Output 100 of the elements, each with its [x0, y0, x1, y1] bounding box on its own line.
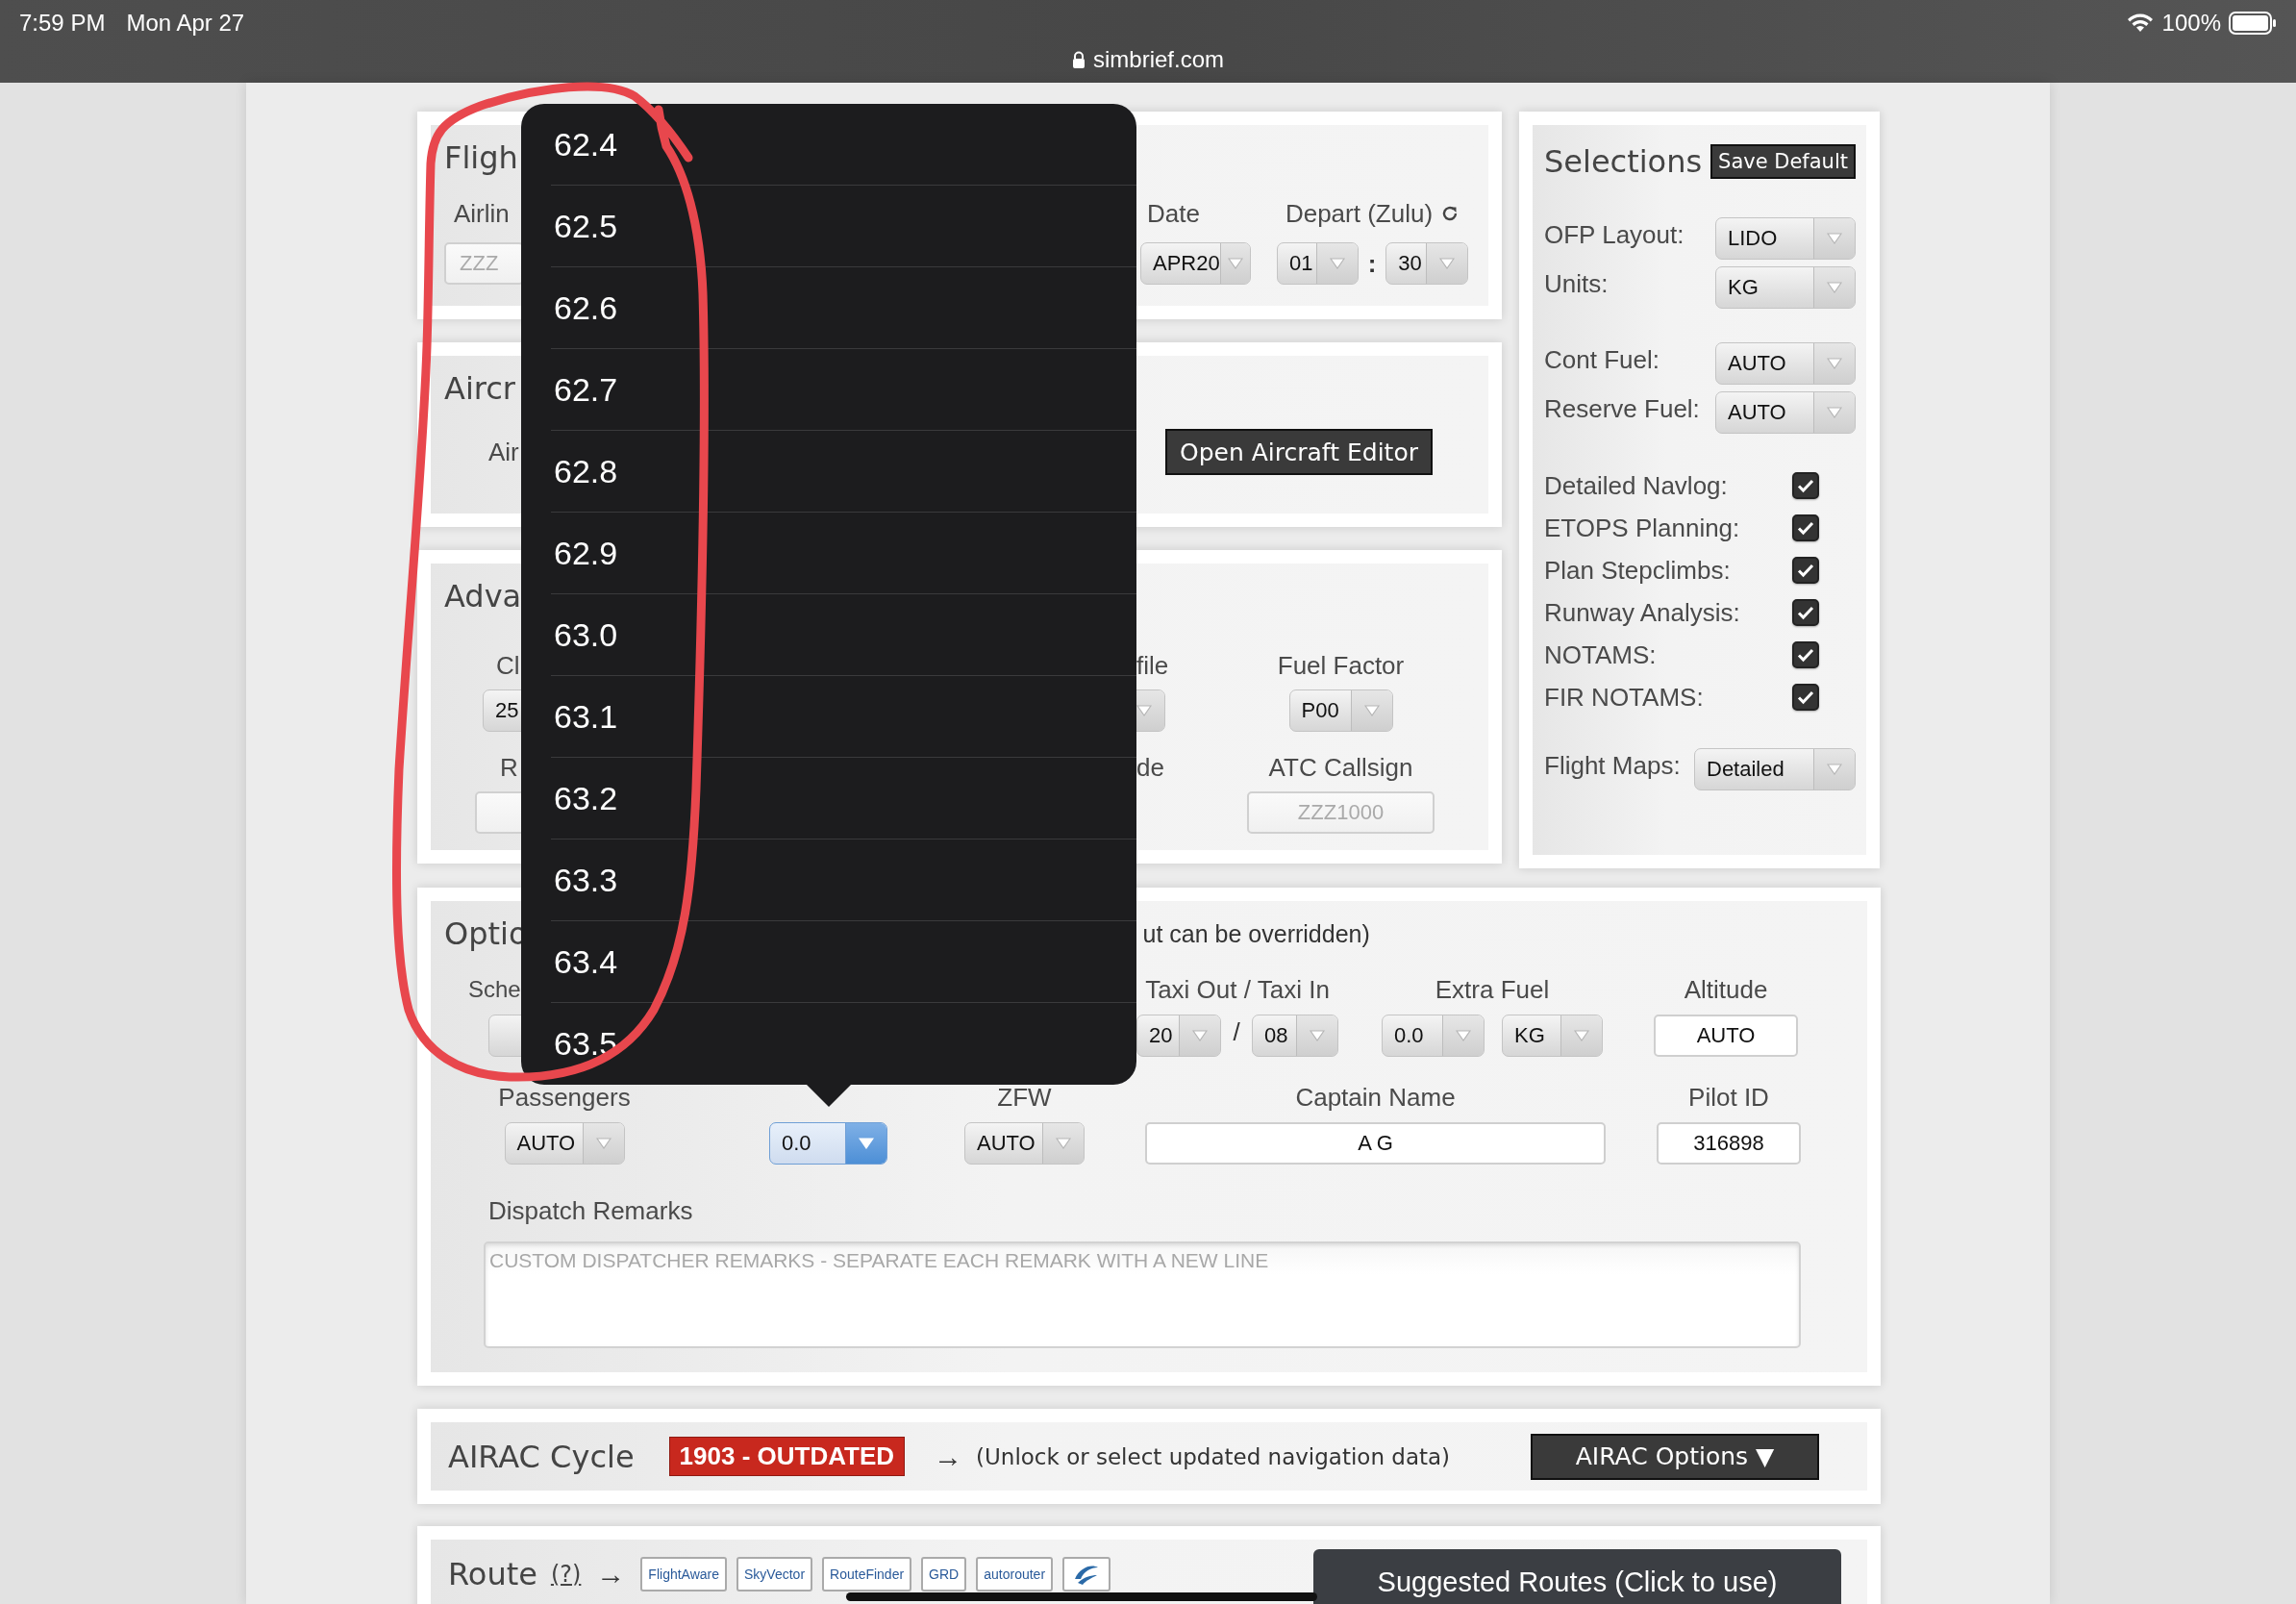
route-tool-link[interactable]: GRD — [921, 1557, 967, 1591]
picker-option[interactable]: 62.9 — [551, 513, 1136, 594]
checkbox[interactable] — [1792, 684, 1819, 711]
dropdown[interactable]: KG — [1502, 1015, 1603, 1057]
checkmark-icon — [1797, 563, 1814, 578]
field-label: Reserve Fuel: — [1544, 393, 1700, 425]
field-label: Airlin — [453, 198, 511, 230]
remarks-field[interactable]: CUSTOM DISPATCHER REMARKS - SEPARATE EACH REMARK WITH A NEW LINE — [484, 1241, 1801, 1348]
picker-option[interactable]: 63.3 — [551, 840, 1136, 921]
caret-icon — [595, 1138, 611, 1149]
field-label: Extra Fuel — [1434, 974, 1551, 1006]
dropdown[interactable]: APR20 — [1140, 242, 1251, 285]
dropdown[interactable]: 0.0 — [1382, 1015, 1485, 1057]
dropdown[interactable]: P00 — [1288, 689, 1393, 732]
dropdown[interactable]: 08 — [1252, 1015, 1338, 1057]
picker-option[interactable]: 62.7 — [551, 349, 1136, 431]
checkbox[interactable] — [1792, 599, 1819, 626]
suggested-routes-button[interactable]: Suggested Routes (Click to use) — [1313, 1549, 1841, 1604]
caret-icon — [1456, 1030, 1471, 1041]
field-label: Captain Name — [1294, 1082, 1457, 1114]
panel-title: Fligh — [444, 138, 518, 178]
field-label: Pilot ID — [1687, 1082, 1770, 1114]
dropdown[interactable]: LIDO — [1715, 217, 1856, 260]
save-default-button[interactable]: Save Default — [1710, 144, 1856, 179]
field-label: Fuel Factor — [1277, 650, 1405, 682]
field-label: file — [1136, 650, 1170, 682]
field-label: Units: — [1544, 268, 1609, 300]
picker-option[interactable]: 63.2 — [551, 758, 1136, 840]
dropdown[interactable]: AUTO — [964, 1122, 1085, 1165]
caret-icon — [1227, 258, 1243, 269]
callsign-field[interactable]: ZZZ1000 — [1247, 791, 1435, 834]
route-tool-link[interactable] — [1062, 1557, 1111, 1591]
checkmark-icon — [1797, 520, 1814, 536]
dropdown[interactable]: 20 — [1136, 1015, 1221, 1057]
field-label: FIR NOTAMS: — [1544, 682, 1704, 714]
arrow-text: → — [934, 1440, 962, 1473]
route-tool-link[interactable]: autorouter — [976, 1557, 1054, 1591]
caret-icon — [1136, 705, 1152, 716]
wifi-icon — [2125, 13, 2155, 34]
route-tool-link[interactable]: FlightAware — [640, 1557, 728, 1591]
pilot-id-field[interactable]: 316898 — [1657, 1122, 1801, 1165]
altitude-field[interactable]: AUTO — [1654, 1015, 1798, 1057]
checkmark-icon — [1797, 689, 1814, 705]
checkbox[interactable] — [1792, 514, 1819, 541]
editor-button[interactable]: Open Aircraft Editor — [1165, 429, 1433, 475]
battery-icon — [2229, 12, 2277, 35]
panel-note: ut can be overridden) — [1142, 919, 1370, 948]
dropdown[interactable]: 30 — [1385, 242, 1468, 285]
caret-icon — [1827, 282, 1842, 293]
field-label: Date — [1146, 198, 1201, 230]
help-link[interactable]: (?) — [550, 1561, 582, 1588]
lock-icon — [1072, 51, 1086, 68]
arrow-text: → — [596, 1558, 626, 1591]
panel-title: Aircr — [444, 369, 515, 409]
page-url: simbrief.com — [1093, 46, 1224, 73]
dropdown[interactable]: KG — [1715, 266, 1856, 309]
dropdown[interactable]: Detailed — [1694, 748, 1856, 790]
checkbox[interactable] — [1792, 641, 1819, 668]
field-label: NOTAMS: — [1544, 639, 1657, 671]
picker-option[interactable]: 62.6 — [551, 267, 1136, 349]
airline-field[interactable]: ZZZ — [444, 242, 524, 285]
field-label: Air — [488, 437, 519, 468]
dropdown[interactable]: AUTO — [504, 1122, 625, 1165]
airac-options-button[interactable]: AIRAC Options ▼ — [1531, 1433, 1819, 1480]
dropdown[interactable]: AUTO — [1715, 391, 1856, 434]
picker-option[interactable]: 62.4 — [551, 104, 1136, 186]
field-label: Plan Stepclimbs: — [1544, 555, 1731, 587]
field-label: Cont Fuel: — [1544, 344, 1660, 376]
caret-icon — [1827, 233, 1842, 244]
picker-option[interactable]: 62.8 — [551, 431, 1136, 513]
panel-title: AIRAC Cycle — [448, 1437, 635, 1477]
dropdown[interactable]: AUTO — [1715, 342, 1856, 385]
picker-option[interactable]: 63.4 — [551, 921, 1136, 1003]
field-label: Passengers — [498, 1082, 631, 1114]
caret-icon — [1363, 705, 1380, 716]
field-label: Altitude — [1683, 974, 1769, 1006]
dropdown[interactable]: 0.0 — [769, 1122, 887, 1165]
clock-time: 7:59 PM — [19, 10, 106, 37]
caret-icon — [1310, 1030, 1325, 1041]
field-label: Depart (Zulu) — [1285, 198, 1434, 230]
dropdown[interactable]: 01 — [1277, 242, 1359, 285]
caret-icon — [1329, 258, 1345, 269]
field-label: Flight Maps: — [1544, 750, 1681, 782]
field-label: OFP Layout: — [1544, 219, 1685, 251]
field-label: Cl — [495, 650, 521, 682]
picker-option[interactable]: 63.1 — [551, 676, 1136, 758]
field-label: ETOPS Planning: — [1544, 513, 1740, 544]
field-label: Runway Analysis: — [1544, 597, 1740, 629]
route-tool-link[interactable]: SkyVector — [736, 1557, 813, 1591]
picker-option[interactable]: 63.0 — [551, 594, 1136, 676]
field-label: Taxi Out / Taxi In — [1144, 974, 1331, 1006]
route-tool-link[interactable]: RouteFinder — [822, 1557, 912, 1591]
checkbox[interactable] — [1792, 557, 1819, 584]
checkbox[interactable] — [1792, 472, 1819, 499]
caret-icon — [1574, 1030, 1589, 1041]
captain-name-field[interactable]: A G — [1145, 1122, 1606, 1165]
taxi-separator: / — [1233, 1016, 1240, 1047]
picker-option[interactable]: 62.5 — [551, 186, 1136, 267]
checkmark-icon — [1797, 605, 1814, 620]
caret-icon — [1827, 407, 1842, 418]
